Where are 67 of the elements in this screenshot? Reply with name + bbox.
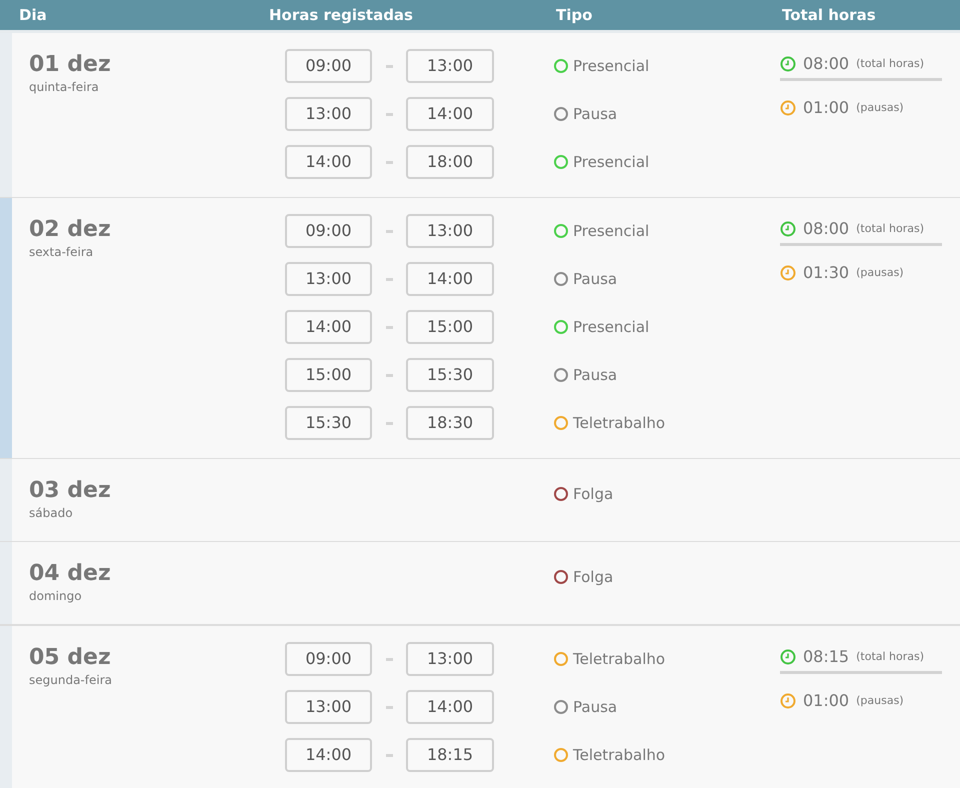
start-time-field[interactable]: 14:00 (285, 145, 372, 179)
end-time-field[interactable]: 15:30 (406, 358, 494, 392)
clock-icon (780, 221, 796, 237)
day-date: 01 dez (29, 51, 112, 79)
end-time-field[interactable]: 13:00 (406, 642, 494, 676)
end-time-field[interactable]: 18:30 (406, 406, 494, 440)
start-time-field[interactable]: 15:00 (285, 358, 372, 392)
entry-type: Presencial (573, 220, 650, 242)
total-hours-value: 08:15 (803, 646, 850, 668)
pause-hours-label: (pausas) (856, 692, 904, 709)
entry-type: Teletrabalho (573, 412, 666, 434)
entry-type: Folga (573, 484, 614, 505)
end-time-field[interactable]: 13:00 (406, 214, 494, 248)
entry-type: Pausa (573, 364, 618, 386)
clock-icon (780, 56, 796, 72)
day-date: 04 dez (29, 560, 112, 588)
total-hours-label: (total horas) (856, 220, 924, 237)
end-time-field[interactable]: 14:00 (406, 262, 494, 296)
start-time-field[interactable]: 09:00 (285, 49, 372, 83)
day-date: 02 dez (29, 216, 112, 244)
start-time-field[interactable]: 13:00 (285, 262, 372, 296)
end-time-field[interactable]: 14:00 (406, 97, 494, 131)
total-hours-label: (total horas) (856, 56, 924, 72)
weekday-label: quinta-feira (29, 79, 100, 95)
entry-type: Teletrabalho (573, 744, 666, 766)
entry-type: Teletrabalho (573, 648, 666, 670)
entry-type: Presencial (573, 56, 650, 77)
start-time-field[interactable]: 09:00 (285, 214, 372, 248)
column-header: Tipo (555, 4, 594, 26)
start-time-field[interactable]: 14:00 (285, 738, 372, 772)
entry-type: Pausa (573, 268, 618, 290)
day-date: 05 dez (29, 644, 112, 672)
end-time-field[interactable]: 15:00 (406, 310, 494, 344)
start-time-field[interactable]: 13:00 (285, 97, 372, 131)
start-time-field[interactable]: 14:00 (285, 310, 372, 344)
total-hours-value: 08:00 (803, 53, 850, 75)
weekday-label: sábado (29, 505, 74, 521)
entry-type: Pausa (573, 696, 618, 718)
clock-icon (780, 100, 796, 116)
entry-type: Folga (573, 566, 614, 588)
start-time-field[interactable]: 15:30 (285, 406, 372, 440)
entry-type: Presencial (573, 316, 650, 338)
entry-type: Presencial (573, 152, 650, 173)
weekday-label: segunda-feira (29, 672, 113, 688)
pause-hours-value: 01:00 (803, 690, 850, 712)
end-time-field[interactable]: 14:00 (406, 690, 494, 724)
total-hours-label: (total horas) (856, 648, 924, 665)
end-time-field[interactable]: 18:00 (406, 145, 494, 179)
weekday-label: sexta-feira (29, 244, 94, 260)
clock-icon (780, 265, 796, 281)
day-date: 03 dez (29, 477, 112, 505)
pause-hours-value: 01:00 (803, 97, 850, 119)
start-time-field[interactable]: 09:00 (285, 642, 372, 676)
entry-type: Pausa (573, 104, 618, 125)
total-hours-value: 08:00 (803, 218, 850, 240)
pause-hours-label: (pausas) (856, 264, 904, 281)
end-time-field[interactable]: 13:00 (406, 49, 494, 83)
end-time-field[interactable]: 18:15 (406, 738, 494, 772)
pause-hours-label: (pausas) (856, 100, 904, 116)
column-header: Total horas (781, 4, 877, 26)
column-header: Dia (18, 4, 48, 26)
clock-icon (780, 693, 796, 709)
clock-icon (780, 649, 796, 665)
column-header: Horas registadas (269, 4, 414, 26)
weekday-label: domingo (29, 588, 83, 604)
pause-hours-value: 01:30 (803, 262, 850, 284)
start-time-field[interactable]: 13:00 (285, 690, 372, 724)
